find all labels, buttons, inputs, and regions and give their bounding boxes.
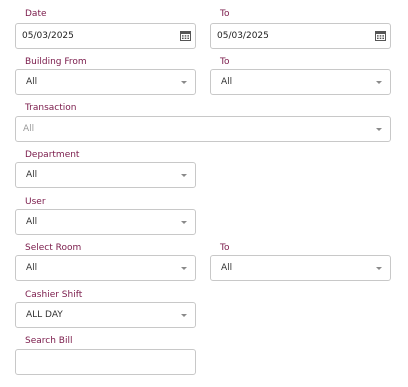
cashier-shift-value: ALL DAY [26, 310, 63, 320]
chevron-down-icon [181, 174, 187, 177]
cashier-shift-select[interactable]: ALL DAY [15, 302, 196, 328]
room-to-label: To [220, 243, 230, 253]
room-to-select[interactable]: All [210, 255, 391, 281]
date-to-value: 05/03/2025 [217, 31, 269, 41]
building-to-label: To [220, 57, 230, 67]
search-bill-input[interactable] [15, 349, 196, 375]
department-value: All [26, 170, 38, 180]
date-from-value: 05/03/2025 [22, 31, 74, 41]
chevron-down-icon [181, 81, 187, 84]
room-to-value: All [221, 263, 233, 273]
date-to-field[interactable]: 05/03/2025 [210, 23, 391, 49]
building-to-value: All [221, 77, 233, 87]
transaction-select[interactable]: All [15, 116, 391, 142]
calendar-icon[interactable] [180, 30, 191, 41]
search-bill-label: Search Bill [25, 336, 73, 346]
room-from-value: All [26, 263, 38, 273]
user-value: All [26, 217, 38, 227]
chevron-down-icon [376, 128, 382, 131]
room-from-select[interactable]: All [15, 255, 196, 281]
chevron-down-icon [181, 267, 187, 270]
building-from-value: All [26, 77, 38, 87]
select-room-label: Select Room [25, 243, 82, 253]
chevron-down-icon [181, 314, 187, 317]
building-to-select[interactable]: All [210, 69, 391, 95]
date-to-label: To [220, 9, 230, 19]
cashier-shift-label: Cashier Shift [25, 290, 83, 300]
chevron-down-icon [181, 221, 187, 224]
building-from-label: Building From [25, 57, 87, 67]
user-select[interactable]: All [15, 209, 196, 235]
calendar-icon[interactable] [375, 30, 386, 41]
chevron-down-icon [376, 81, 382, 84]
transaction-value: All [23, 124, 35, 134]
department-label: Department [25, 150, 80, 160]
chevron-down-icon [376, 267, 382, 270]
department-select[interactable]: All [15, 162, 196, 188]
date-from-field[interactable]: 05/03/2025 [15, 23, 196, 49]
building-from-select[interactable]: All [15, 69, 196, 95]
date-label: Date [25, 9, 47, 19]
user-label: User [25, 197, 46, 207]
transaction-label: Transaction [25, 103, 77, 113]
